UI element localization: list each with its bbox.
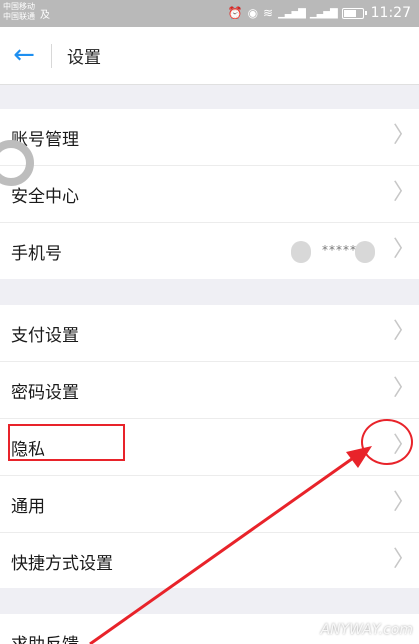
status-bar: 中国移动 中国联通 及 ⏰ ◉ ≋ ▁▃▅▇ ▁▃▅▇ 11:27 [0, 0, 419, 27]
row-label: 快捷方式设置 [11, 554, 113, 574]
chevron-right-icon: 〉 [393, 237, 416, 262]
chevron-right-icon: 〉 [393, 376, 416, 401]
chevron-right-icon: 〉 [393, 123, 416, 148]
watermark: ANYWAY.com [320, 622, 413, 638]
annotation-highlight-circle [361, 419, 413, 465]
chevron-right-icon: 〉 [393, 180, 416, 205]
settings-row-security-center[interactable]: 安全中心 〉 [0, 166, 419, 223]
app-header: ← 设置 [0, 27, 419, 85]
row-label: 安全中心 [11, 187, 79, 207]
back-arrow-icon[interactable]: ← [10, 41, 38, 71]
chevron-right-icon: 〉 [393, 547, 416, 572]
row-label: 支付设置 [11, 326, 79, 346]
status-icons: ⏰ ◉ ≋ ▁▃▅▇ ▁▃▅▇ 11:27 [228, 5, 411, 21]
row-label: 通用 [11, 497, 45, 517]
settings-row-shortcuts[interactable]: 快捷方式设置 〉 [0, 533, 419, 590]
row-label: 手机号 [11, 244, 62, 264]
signal-icon-2: ▁▃▅▇ [309, 7, 338, 19]
carrier-1: 中国移动 [3, 2, 35, 11]
settings-row-phone[interactable]: 手机号 ***** 〉 [0, 223, 419, 280]
settings-row-account-management[interactable]: 账号管理 〉 [0, 109, 419, 166]
settings-row-password[interactable]: 密码设置 〉 [0, 362, 419, 419]
phone-value: ***** [322, 243, 357, 257]
signal-icon: ▁▃▅▇ [278, 7, 306, 19]
alarm-icon: ⏰ [227, 6, 243, 20]
settings-group-account: 账号管理 〉 安全中心 〉 手机号 ***** 〉 [0, 109, 419, 279]
eye-icon: ◉ [247, 6, 259, 20]
redacted-blur [291, 241, 311, 263]
redacted-blur [355, 241, 375, 263]
carrier-2: 中国联通 [3, 12, 35, 21]
row-label: 求助反馈 [11, 630, 79, 644]
status-time: 11:27 [370, 5, 411, 21]
settings-row-payment[interactable]: 支付设置 〉 [0, 305, 419, 362]
header-divider [51, 44, 52, 68]
carrier-labels: 中国移动 中国联通 [3, 2, 35, 22]
notification-icon: 及 [40, 10, 50, 21]
wifi-icon: ≋ [263, 6, 274, 20]
row-label: 密码设置 [11, 383, 79, 403]
chevron-right-icon: 〉 [393, 490, 416, 515]
chevron-right-icon: 〉 [393, 319, 416, 344]
page-title: 设置 [67, 48, 101, 68]
settings-row-general[interactable]: 通用 〉 [0, 476, 419, 533]
battery-icon [341, 7, 367, 19]
annotation-highlight-box [8, 424, 125, 461]
